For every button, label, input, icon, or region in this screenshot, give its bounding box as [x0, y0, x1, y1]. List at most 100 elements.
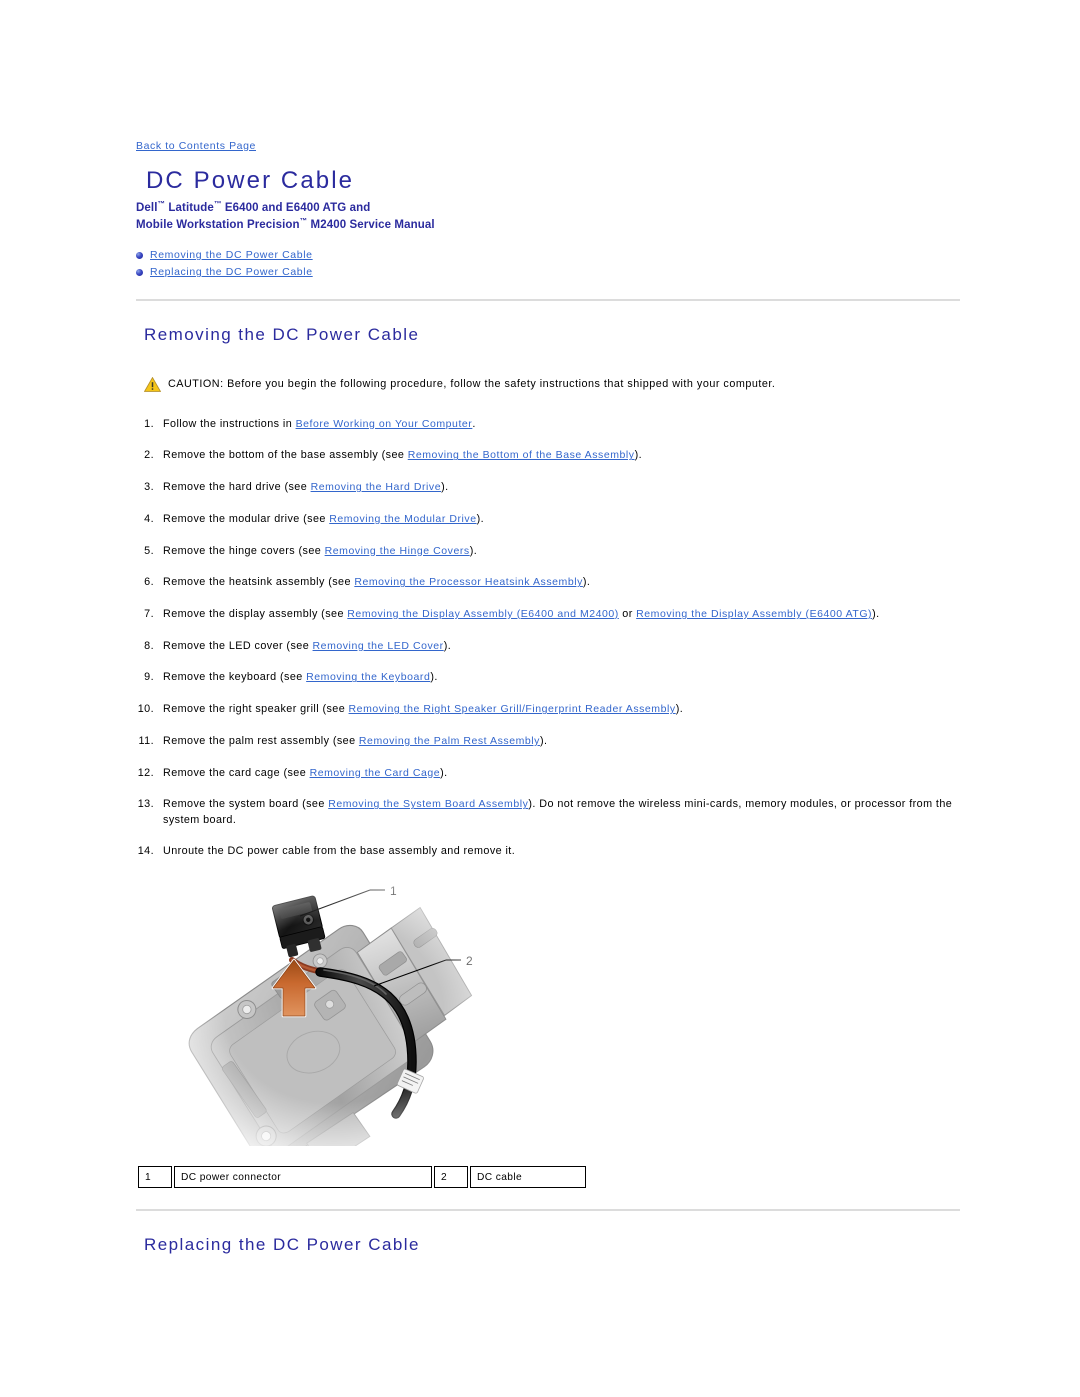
step-link[interactable]: Removing the Card Cage	[310, 767, 441, 779]
figure-legend-table: 1 DC power connector 2 DC cable	[136, 1166, 588, 1189]
step-link[interactable]: Removing the LED Cover	[313, 640, 444, 652]
step-link[interactable]: Removing the Processor Heatsink Assembly	[354, 576, 583, 588]
step-text-fragment: Remove the heatsink assembly (see	[163, 576, 355, 589]
subtitle-line-1: Dell™ Latitude™ E6400 and E6400 ATG and	[136, 199, 371, 215]
step-number: 11.	[138, 734, 154, 747]
back-to-contents-link[interactable]: Back to Contents Page	[136, 140, 256, 152]
back-to-contents-row: Back to Contents Page	[136, 0, 960, 154]
page-subtitle: Dell™ Latitude™ E6400 and E6400 ATG and M…	[136, 199, 960, 233]
step-item: 2. Remove the bottom of the base assembly…	[136, 448, 960, 463]
step-item: 7. Remove the display assembly (see Remov…	[136, 607, 960, 622]
step-item: 12. Remove the card cage (see Removing th…	[136, 766, 960, 781]
step-text-fragment: Remove the modular drive (see	[163, 512, 330, 525]
step-number: 1.	[144, 417, 154, 430]
step-text-fragment: ).	[582, 576, 591, 589]
toc-link-removing[interactable]: Removing the DC Power Cable	[150, 249, 313, 261]
step-link[interactable]: Removing the Hinge Covers	[325, 545, 470, 557]
removal-steps-list: 1. Follow the instructions in Before Work…	[136, 417, 960, 860]
step-link[interactable]: Before Working on Your Computer	[296, 418, 473, 430]
figure-dc-power-cable: 1 2	[136, 876, 960, 1147]
step-item: 6. Remove the heatsink assembly (see Remo…	[136, 575, 960, 590]
step-text-fragment: ).	[443, 639, 452, 652]
step-text-fragment: Remove the hinge covers (see	[163, 544, 325, 557]
step-number: 14.	[137, 845, 154, 858]
step-text: Remove the heatsink assembly (see Removi…	[163, 575, 960, 590]
callout-1: 1	[390, 884, 397, 898]
step-text: Follow the instructions in Before Workin…	[163, 417, 960, 432]
step-link[interactable]: Removing the Palm Rest Assembly	[359, 735, 540, 747]
step-item: 13. Remove the system board (see Removing…	[136, 797, 960, 828]
step-text-fragment: ).	[441, 481, 449, 494]
step-item: 11. Remove the palm rest assembly (see Re…	[136, 734, 960, 749]
step-text-fragment: ).	[675, 703, 684, 716]
step-text-fragment: ).	[476, 512, 485, 525]
step-item: 8. Remove the LED cover (see Removing the…	[136, 639, 960, 654]
step-text: Remove the card cage (see Removing the C…	[163, 766, 960, 781]
step-text: Remove the hard drive (see Removing the …	[163, 480, 960, 495]
step-number: 3.	[144, 481, 154, 494]
table-of-contents: Removing the DC Power Cable Replacing th…	[136, 247, 960, 281]
step-link[interactable]: Removing the Keyboard	[306, 671, 430, 683]
legend-label-1: DC power connector	[174, 1166, 432, 1189]
step-item: 14. Unroute the DC power cable from the b…	[136, 844, 960, 859]
step-text: Remove the palm rest assembly (see Remov…	[163, 734, 960, 749]
step-text-fragment: Remove the display assembly (see	[163, 608, 348, 621]
step-link[interactable]: Removing the Display Assembly (E6400 ATG…	[636, 608, 872, 620]
step-text: Remove the keyboard (see Removing the Ke…	[163, 670, 960, 685]
bullet-icon	[136, 268, 143, 276]
step-link[interactable]: Removing the Hard Drive	[311, 481, 442, 493]
legend-label-2: DC cable	[470, 1166, 586, 1189]
step-link[interactable]: Removing the System Board Assembly	[328, 798, 528, 810]
step-text-fragment: Remove the bottom of the base assembly (…	[163, 449, 408, 462]
caution-label: CAUTION:	[168, 377, 224, 390]
warning-triangle-icon	[144, 376, 161, 392]
step-text: Remove the hinge covers (see Removing th…	[163, 544, 960, 559]
step-number: 9.	[144, 671, 154, 684]
step-text-fragment: Remove the system board (see	[163, 798, 329, 811]
step-text: Remove the system board (see Removing th…	[163, 797, 960, 828]
step-text-fragment: Remove the LED cover (see	[163, 639, 313, 652]
step-item: 9. Remove the keyboard (see Removing the …	[136, 670, 960, 685]
step-text-fragment: Remove the card cage (see	[163, 766, 310, 779]
section-heading-removing: Removing the DC Power Cable	[144, 324, 420, 344]
step-number: 7.	[144, 608, 154, 621]
step-text-fragment: .	[472, 417, 476, 430]
step-link[interactable]: Removing the Display Assembly (E6400 and…	[347, 608, 619, 620]
step-text: Remove the right speaker grill (see Remo…	[163, 702, 960, 717]
step-link[interactable]: Removing the Right Speaker Grill/Fingerp…	[349, 703, 676, 715]
callout-2: 2	[466, 954, 473, 968]
figure-illustration: 1 2	[174, 876, 494, 1147]
step-number: 10.	[137, 703, 154, 716]
legend-number-2: 2	[434, 1166, 468, 1189]
step-text-fragment: ).	[440, 766, 448, 779]
step-text: Unroute the DC power cable from the base…	[163, 844, 960, 859]
step-text-fragment: Remove the right speaker grill (see	[163, 703, 349, 716]
step-link[interactable]: Removing the Bottom of the Base Assembly	[408, 449, 635, 461]
step-text-fragment: Remove the keyboard (see	[163, 671, 307, 684]
page-title: DC Power Cable	[146, 167, 355, 194]
step-text: Remove the modular drive (see Removing t…	[163, 512, 960, 527]
document-page: Back to Contents Page DC Power Cable Del…	[136, 0, 960, 1255]
trademark-icon: ™	[157, 199, 166, 209]
step-text: Remove the bottom of the base assembly (…	[163, 448, 960, 463]
step-text-fragment: ).	[430, 671, 438, 684]
divider	[136, 1209, 960, 1212]
step-number: 12.	[137, 766, 154, 779]
step-text-fragment: Remove the hard drive (see	[163, 481, 311, 494]
step-number: 4.	[144, 512, 154, 525]
list-item[interactable]: Removing the DC Power Cable	[136, 247, 960, 264]
step-link[interactable]: Removing the Modular Drive	[329, 513, 476, 525]
step-number: 5.	[144, 544, 154, 557]
section-heading-replacing: Replacing the DC Power Cable	[144, 1235, 420, 1255]
step-number: 8.	[144, 639, 154, 652]
step-item: 5. Remove the hinge covers (see Removing …	[136, 544, 960, 559]
legend-number-1: 1	[138, 1166, 172, 1189]
step-item: 10. Remove the right speaker grill (see R…	[136, 702, 960, 717]
step-text: Remove the LED cover (see Removing the L…	[163, 639, 960, 654]
step-number: 13.	[137, 798, 154, 811]
trademark-icon: ™	[213, 199, 222, 209]
step-text-fragment: Unroute the DC power cable from the base…	[163, 845, 516, 858]
toc-link-replacing[interactable]: Replacing the DC Power Cable	[150, 266, 313, 278]
step-item: 4. Remove the modular drive (see Removing…	[136, 512, 960, 527]
list-item[interactable]: Replacing the DC Power Cable	[136, 264, 960, 281]
